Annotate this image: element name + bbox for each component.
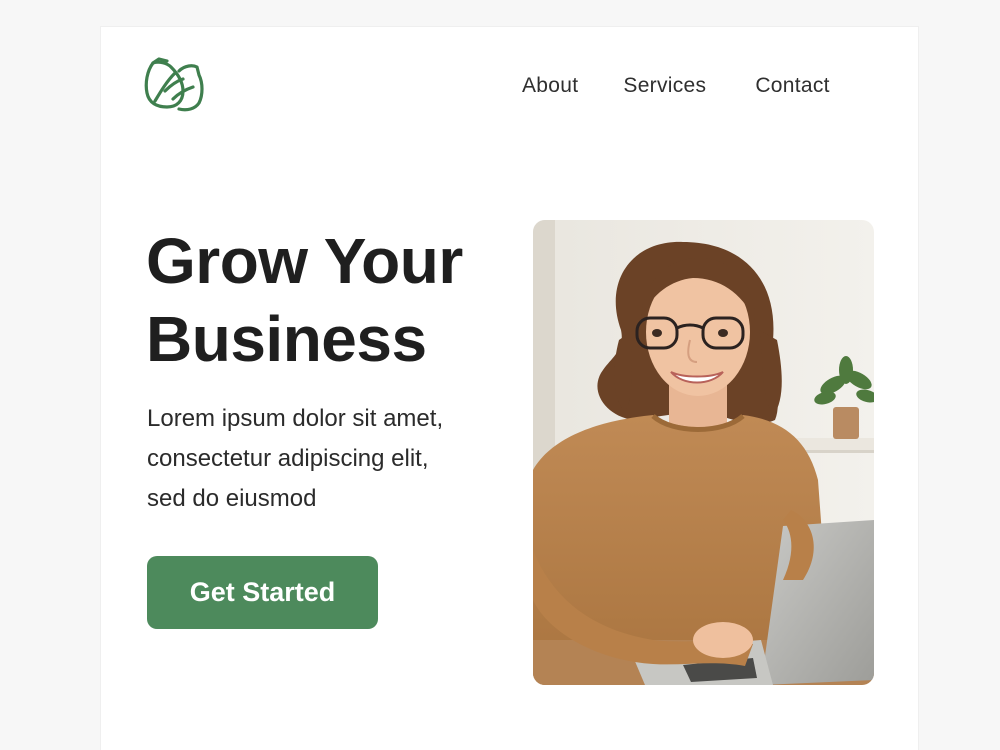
hero-photo: [533, 220, 874, 685]
leaf-pot-logo-icon[interactable]: [143, 57, 205, 113]
hero-description: Lorem ipsum dolor sit amet, consectetur …: [147, 399, 517, 519]
hero-title: Grow Your Business: [146, 222, 526, 378]
hero-description-line1: Lorem ipsum dolor sit amet,: [147, 405, 444, 432]
nav-link-about[interactable]: About: [522, 74, 578, 98]
hero-description-line2: consectetur adipiscing elit,: [147, 445, 429, 472]
woman-with-laptop-illustration: [533, 220, 874, 685]
hero-title-line1: Grow Your: [146, 225, 463, 297]
nav-link-services[interactable]: Services: [623, 74, 706, 98]
main-nav: About Services Contact: [522, 74, 830, 98]
get-started-button[interactable]: Get Started: [147, 556, 378, 629]
hero-title-line2: Business: [146, 303, 427, 375]
hero-description-line3: sed do eiusmod: [147, 485, 317, 512]
page-card: About Services Contact Grow Your Busines…: [101, 27, 918, 750]
nav-link-contact[interactable]: Contact: [755, 74, 829, 98]
